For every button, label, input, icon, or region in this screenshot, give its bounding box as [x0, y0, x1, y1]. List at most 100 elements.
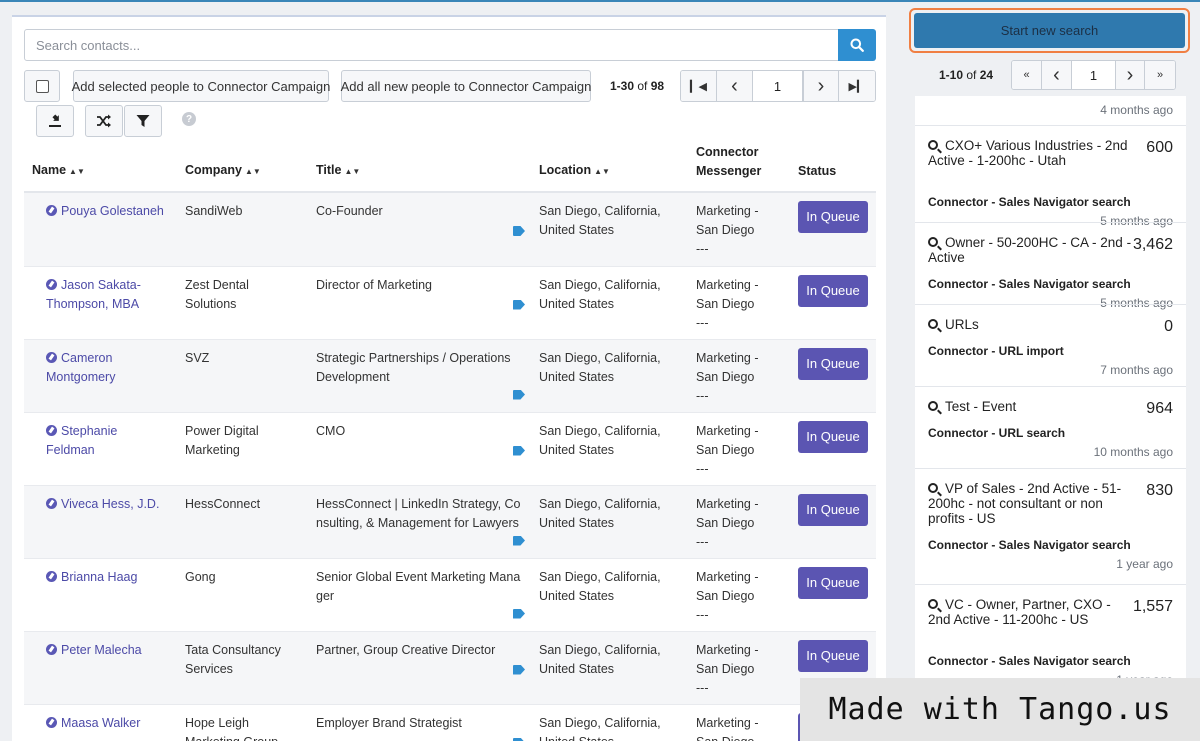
name-cell[interactable]: Pouya Golestaneh: [24, 192, 177, 267]
column-location[interactable]: Location ▲▼: [531, 143, 688, 193]
contact-name-link[interactable]: Pouya Golestaneh: [61, 204, 164, 218]
search-title-text: Owner - 50-200HC - CA - 2nd - Active: [928, 235, 1132, 265]
column-name-label: Name: [32, 163, 67, 177]
sort-icon: ▲▼: [344, 167, 361, 176]
last-page-button[interactable]: ▶▎: [839, 71, 875, 101]
status-badge[interactable]: In Queue: [798, 347, 868, 380]
search-card[interactable]: URLs 0 Connector - URL import 7 months ago: [915, 304, 1186, 386]
add-all-button[interactable]: Add all new people to Connector Campaign: [341, 70, 591, 102]
company-text: Gong: [185, 569, 216, 584]
search-title[interactable]: VP of Sales - 2nd Active - 51-200hc - no…: [928, 481, 1133, 526]
searches-last-page-button[interactable]: »: [1145, 61, 1175, 89]
title-cell: Co-Founder: [308, 192, 531, 267]
sort-icon: ▲▼: [244, 167, 261, 176]
search-type: Connector - Sales Navigator search: [928, 654, 1131, 668]
start-new-search-button[interactable]: Start new search: [914, 13, 1185, 48]
contact-name-link[interactable]: Maasa Walker: [61, 716, 140, 730]
tag-icon[interactable]: [513, 226, 525, 236]
contacts-panel: Add selected people to Connector Campaig…: [12, 15, 886, 741]
table-row[interactable]: Peter Malecha Tata Consultancy Services Pa…: [24, 631, 876, 705]
results-of: of: [637, 79, 648, 93]
results-range: 1-30: [610, 79, 635, 93]
search-card[interactable]: CXO+ Various Industries - 2nd Active - 1…: [915, 125, 1186, 228]
name-cell[interactable]: Stephanie Feldman: [24, 412, 177, 486]
search-card[interactable]: Test - Event 964 Connector - URL search 10 …: [915, 386, 1186, 468]
first-page-icon: ▎◀: [690, 80, 707, 93]
tag-icon[interactable]: [513, 664, 525, 675]
search-card[interactable]: Owner - 50-200HC - CA - 2nd - Active 3,46…: [915, 222, 1186, 310]
status-badge[interactable]: In Queue: [798, 274, 868, 307]
export-button[interactable]: [36, 105, 74, 137]
filter-icon: [136, 115, 150, 127]
table-row[interactable]: Jason Sakata-Thompson, MBA Zest Dental So…: [24, 266, 876, 340]
table-row[interactable]: Brianna Haag Gong Senior Global Event Mark…: [24, 558, 876, 632]
searches-prev-page-button[interactable]: ‹: [1042, 61, 1072, 89]
compass-icon: [46, 351, 57, 363]
select-all-checkbox[interactable]: [24, 70, 60, 102]
table-row[interactable]: Maasa Walker Hope Leigh Marketing Group Em…: [24, 704, 876, 741]
searches-first-page-button[interactable]: «: [1012, 61, 1042, 89]
contact-name-link[interactable]: Brianna Haag: [61, 570, 137, 584]
table-row[interactable]: Pouya Golestaneh SandiWeb Co-Founder San Di…: [24, 192, 876, 267]
shuffle-button[interactable]: [85, 105, 123, 137]
messenger-cell: Marketing - San Diego ---: [688, 631, 790, 705]
name-cell[interactable]: Jason Sakata-Thompson, MBA: [24, 266, 177, 340]
contact-name-link[interactable]: Peter Malecha: [61, 643, 142, 657]
status-badge[interactable]: In Queue: [798, 493, 868, 526]
location-cell: San Diego, California, United States: [531, 266, 688, 340]
next-page-button[interactable]: ›: [803, 71, 839, 101]
table-row[interactable]: Viveca Hess, J.D. HessConnect HessConnect …: [24, 485, 876, 559]
contact-name-link[interactable]: Viveca Hess, J.D.: [61, 497, 159, 511]
search-title[interactable]: Owner - 50-200HC - CA - 2nd - Active: [928, 235, 1133, 265]
status-badge[interactable]: In Queue: [798, 639, 868, 672]
tag-icon[interactable]: [513, 389, 525, 400]
company-cell: Power Digital Marketing: [177, 412, 308, 486]
tag-icon[interactable]: [513, 445, 525, 456]
column-messenger-line1: Connector: [696, 145, 759, 159]
column-name[interactable]: Name ▲▼: [24, 143, 177, 193]
prev-page-button[interactable]: ‹: [717, 71, 753, 101]
add-selected-button[interactable]: Add selected people to Connector Campaig…: [72, 70, 330, 102]
search-button[interactable]: [838, 29, 876, 61]
tag-icon[interactable]: [513, 737, 525, 741]
search-title[interactable]: URLs: [928, 317, 1148, 332]
page-number-input[interactable]: 1: [753, 71, 803, 101]
status-badge[interactable]: In Queue: [798, 420, 868, 453]
search-title[interactable]: Test - Event: [928, 399, 1148, 414]
column-company-label: Company: [185, 163, 242, 177]
name-cell[interactable]: Maasa Walker: [24, 704, 177, 741]
search-input[interactable]: [24, 29, 839, 61]
title-text: Partner, Group Creative Director: [316, 642, 496, 657]
search-title[interactable]: CXO+ Various Industries - 2nd Active - 1…: [928, 138, 1133, 168]
status-badge[interactable]: In Queue: [798, 201, 868, 233]
table-row[interactable]: Cameron Montgomery SVZ Strategic Partnersh…: [24, 339, 876, 413]
contact-name-link[interactable]: Jason Sakata-Thompson, MBA: [46, 278, 141, 311]
status-badge[interactable]: In Queue: [798, 566, 868, 599]
prev-page-icon: ‹: [731, 75, 738, 97]
column-company[interactable]: Company ▲▼: [177, 143, 308, 193]
name-cell[interactable]: Cameron Montgomery: [24, 339, 177, 413]
filter-button[interactable]: [124, 105, 162, 137]
searches-page-number[interactable]: 1: [1072, 61, 1115, 89]
search-type: Connector - Sales Navigator search: [928, 195, 1131, 209]
name-cell[interactable]: Viveca Hess, J.D.: [24, 485, 177, 559]
tag-icon[interactable]: [513, 535, 525, 546]
name-cell[interactable]: Brianna Haag: [24, 558, 177, 632]
help-icon[interactable]: ?: [182, 112, 196, 126]
searches-next-page-button[interactable]: ›: [1115, 61, 1145, 89]
searches-pager-row: 1-10 of 24 « ‹ 1 › »: [913, 60, 1188, 90]
search-count: 964: [1146, 400, 1173, 417]
column-title[interactable]: Title ▲▼: [308, 143, 531, 193]
messenger-cell: Marketing - San Diego ---: [688, 339, 790, 413]
search-icon: [928, 483, 938, 493]
search-card[interactable]: VP of Sales - 2nd Active - 51-200hc - no…: [915, 468, 1186, 584]
messenger-cell: Marketing - San Diego ---: [688, 485, 790, 559]
table-row[interactable]: Stephanie Feldman Power Digital Marketing…: [24, 412, 876, 486]
first-page-button[interactable]: ▎◀: [681, 71, 717, 101]
name-cell[interactable]: Peter Malecha: [24, 631, 177, 705]
tag-icon[interactable]: [513, 608, 525, 619]
search-type: Connector - Sales Navigator search: [928, 277, 1131, 291]
search-title[interactable]: VC - Owner, Partner, CXO - 2nd Active - …: [928, 597, 1133, 627]
location-text: San Diego, California, United States: [539, 277, 661, 311]
tag-icon[interactable]: [513, 299, 525, 310]
